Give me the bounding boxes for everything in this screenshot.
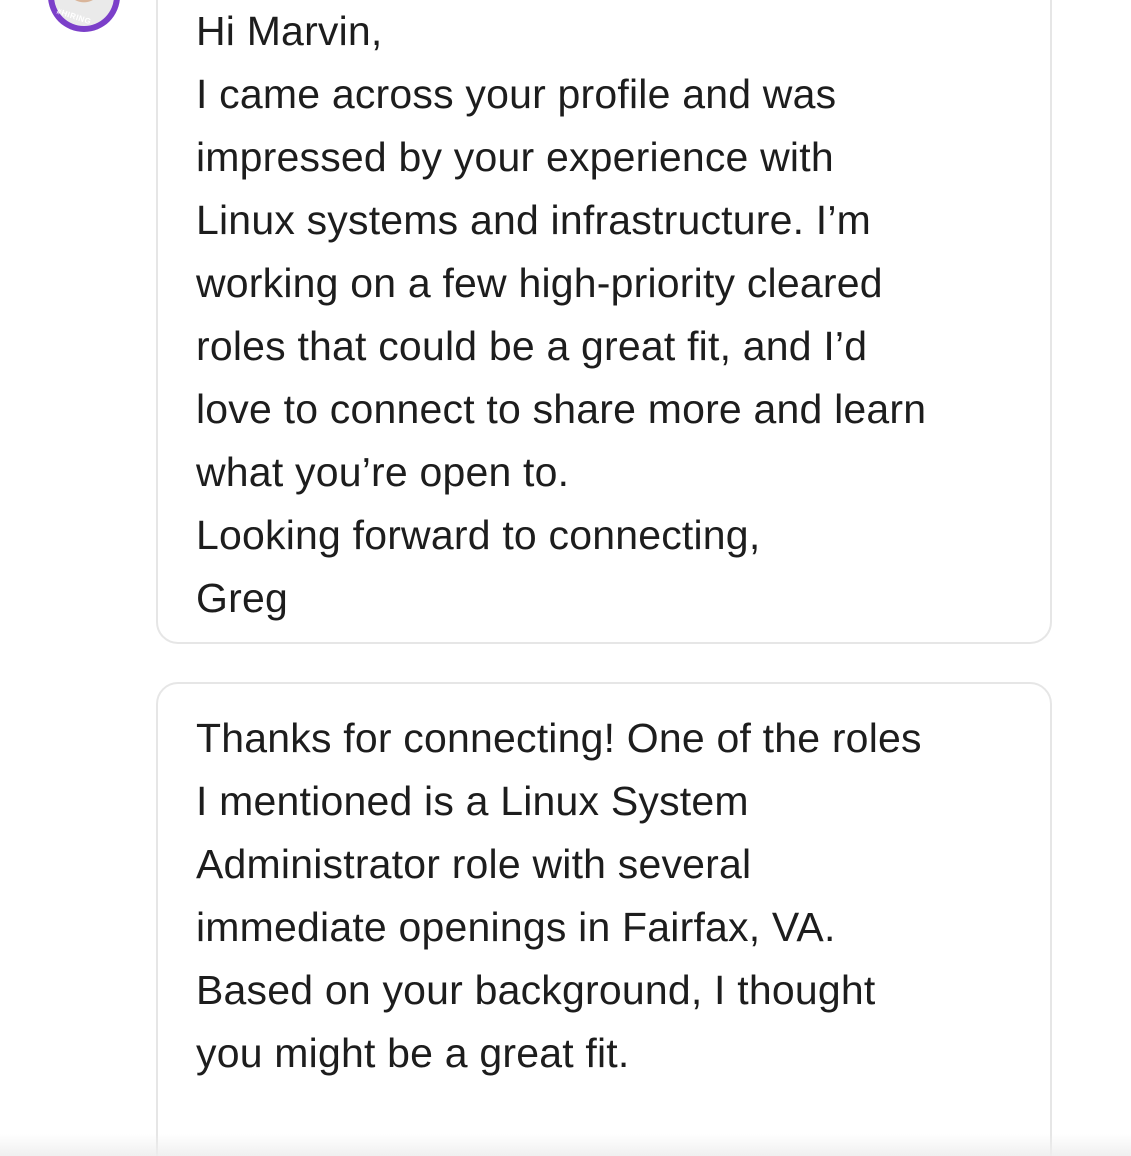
message-line: roles that could be a great fit, and I’d: [196, 323, 868, 369]
message-bubble[interactable]: Thanks for connecting! One of the roles …: [156, 682, 1052, 1156]
message-line: Based on your background, I thought: [196, 967, 876, 1013]
message-line: Looking forward to connecting,: [196, 512, 761, 558]
message-line: immediate openings in Fairfax, VA.: [196, 904, 836, 950]
message-line: working on a few high-priority cleared: [196, 260, 883, 306]
message-line: I mentioned is a Linux System: [196, 778, 749, 824]
message-line: love to connect to share more and learn: [196, 386, 927, 432]
message-line: Thanks for connecting! One of the roles: [196, 715, 922, 761]
message-bubble[interactable]: Hi Marvin, I came across your profile an…: [156, 0, 1052, 644]
message-line: Hi Marvin,: [196, 8, 383, 54]
message-line: Linux systems and infrastructure. I’m: [196, 197, 872, 243]
message-line: I came across your profile and was: [196, 71, 837, 117]
message-line: what you’re open to.: [196, 449, 570, 495]
message-line: you might be a great fit.: [196, 1030, 630, 1076]
sender-avatar[interactable]: #HIRING: [48, 0, 120, 32]
message-thread: #HIRING Hi Marvin, I came across your pr…: [0, 0, 1131, 1156]
message-line: Administrator role with several: [196, 841, 752, 887]
message-signature: Greg: [196, 575, 288, 621]
message-line: impressed by your experience with: [196, 134, 834, 180]
bottom-edge-shadow: [0, 1134, 1131, 1156]
